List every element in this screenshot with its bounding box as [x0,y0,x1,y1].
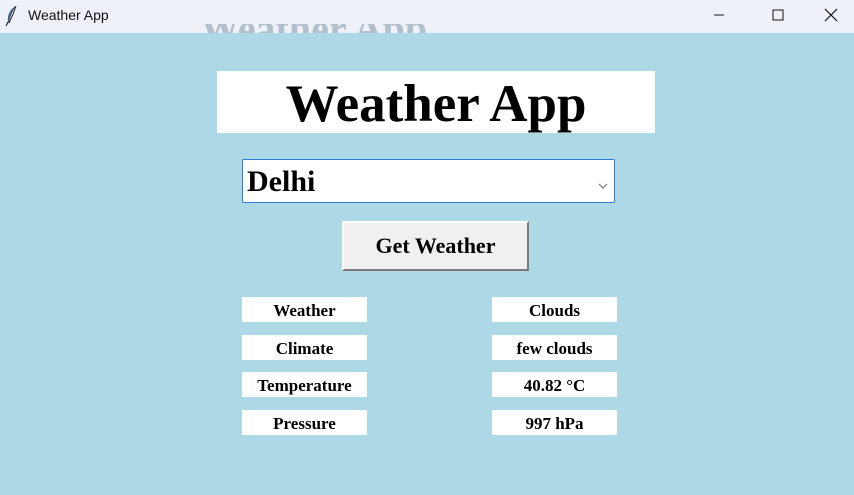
app-heading: Weather App [217,71,655,133]
window-title: Weather App [28,7,109,23]
temperature-value: 40.82 °C [492,372,617,397]
maximize-icon [772,9,784,21]
weather-label: Weather [242,297,367,322]
close-icon [824,8,838,22]
city-select[interactable]: Delhi [242,159,615,203]
feather-icon [4,5,20,27]
climate-label: Climate [242,335,367,360]
pressure-label: Pressure [242,410,367,435]
weather-value: Clouds [492,297,617,322]
minimize-button[interactable] [696,0,742,30]
temperature-label: Temperature [242,372,367,397]
city-select-value: Delhi [247,165,316,198]
get-weather-button[interactable]: Get Weather [342,221,529,271]
close-button[interactable] [808,0,854,30]
climate-value: few clouds [492,335,617,360]
background-ghost-text: Weather App [200,24,540,33]
chevron-down-icon[interactable] [598,177,608,195]
pressure-value: 997 hPa [492,410,617,435]
minimize-icon [713,9,725,21]
maximize-button[interactable] [755,0,801,30]
